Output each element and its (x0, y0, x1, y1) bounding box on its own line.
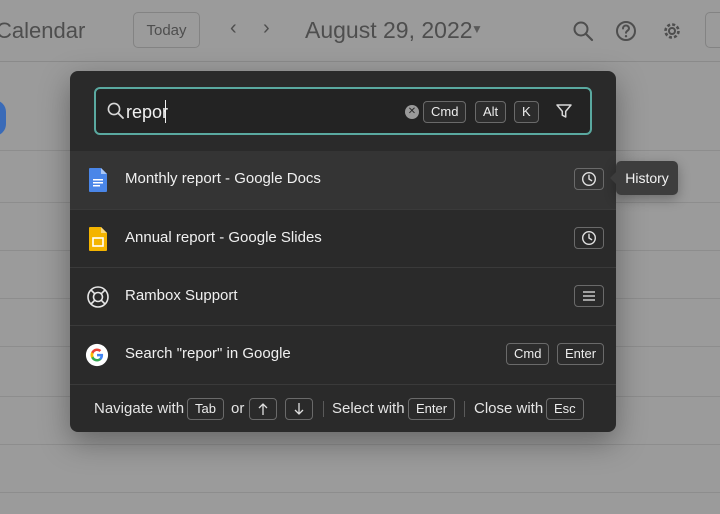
today-button[interactable]: Today (133, 12, 200, 48)
select-hint: Select with (332, 400, 405, 417)
menu-icon (583, 291, 595, 301)
result-search-google[interactable]: Search "repor" in Google Cmd Enter (70, 325, 616, 383)
text-cursor (165, 100, 166, 123)
google-docs-icon (89, 168, 107, 192)
arrow-down-key (285, 398, 313, 420)
calendar-gridline (0, 492, 720, 493)
close-hint: Close with (474, 400, 544, 417)
view-switcher-button[interactable] (705, 12, 720, 48)
history-icon (581, 230, 597, 246)
history-button[interactable] (574, 168, 604, 190)
shortcut-key: Cmd (423, 101, 467, 123)
menu-button[interactable] (574, 285, 604, 307)
navigate-hint: Navigate with (94, 400, 185, 417)
shortcut-key: Cmd (506, 343, 550, 365)
search-box[interactable]: ✕ Cmd Alt K (94, 87, 592, 135)
calendar-header: Calendar Today ‹ › August 29, 2022 ▼ (0, 0, 720, 62)
google-slides-icon (89, 227, 107, 251)
current-date-label[interactable]: August 29, 2022 (305, 17, 473, 44)
result-annual-report[interactable]: Annual report - Google Slides (70, 209, 616, 267)
shortcut-key: K (514, 101, 539, 123)
google-icon (85, 343, 109, 367)
result-label: Monthly report - Google Docs (125, 170, 321, 187)
or-label: or (231, 400, 245, 417)
result-rambox-support[interactable]: Rambox Support (70, 267, 616, 325)
result-label: Rambox Support (125, 287, 238, 304)
result-label: Search "repor" in Google (125, 345, 291, 362)
footer-divider (323, 401, 324, 417)
result-label: Annual report - Google Slides (125, 229, 322, 246)
footer-divider (464, 401, 465, 417)
result-monthly-report[interactable]: Monthly report - Google Docs (70, 151, 616, 209)
esc-key: Esc (546, 398, 584, 420)
command-palette: ✕ Cmd Alt K Monthly report - Google Docs (70, 71, 616, 432)
search-icon[interactable] (572, 20, 594, 42)
arrow-up-icon (258, 403, 268, 415)
search-input[interactable] (126, 99, 396, 125)
shortcut-key: Enter (557, 343, 605, 365)
shortcut-key: Alt (475, 101, 507, 123)
prev-period-button[interactable]: ‹ (230, 17, 237, 40)
clear-search-icon[interactable]: ✕ (405, 105, 419, 119)
calendar-brand: Calendar (0, 18, 86, 43)
chevron-down-icon[interactable]: ▼ (471, 22, 483, 36)
next-period-button[interactable]: › (263, 17, 270, 40)
calendar-gridline (0, 444, 720, 445)
tab-key: Tab (187, 398, 224, 420)
palette-footer: Navigate with Tab or Select with Enter C… (70, 384, 616, 432)
history-tooltip: History (610, 161, 678, 195)
history-button[interactable] (574, 227, 604, 249)
filter-icon[interactable] (554, 101, 574, 121)
avatar (0, 100, 6, 136)
gear-icon[interactable] (661, 20, 683, 42)
help-icon[interactable] (615, 20, 637, 42)
lifebuoy-icon (87, 286, 109, 308)
arrow-up-key (249, 398, 277, 420)
enter-key: Enter (408, 398, 456, 420)
search-icon (107, 102, 124, 119)
arrow-down-icon (294, 403, 304, 415)
history-icon (581, 171, 597, 187)
